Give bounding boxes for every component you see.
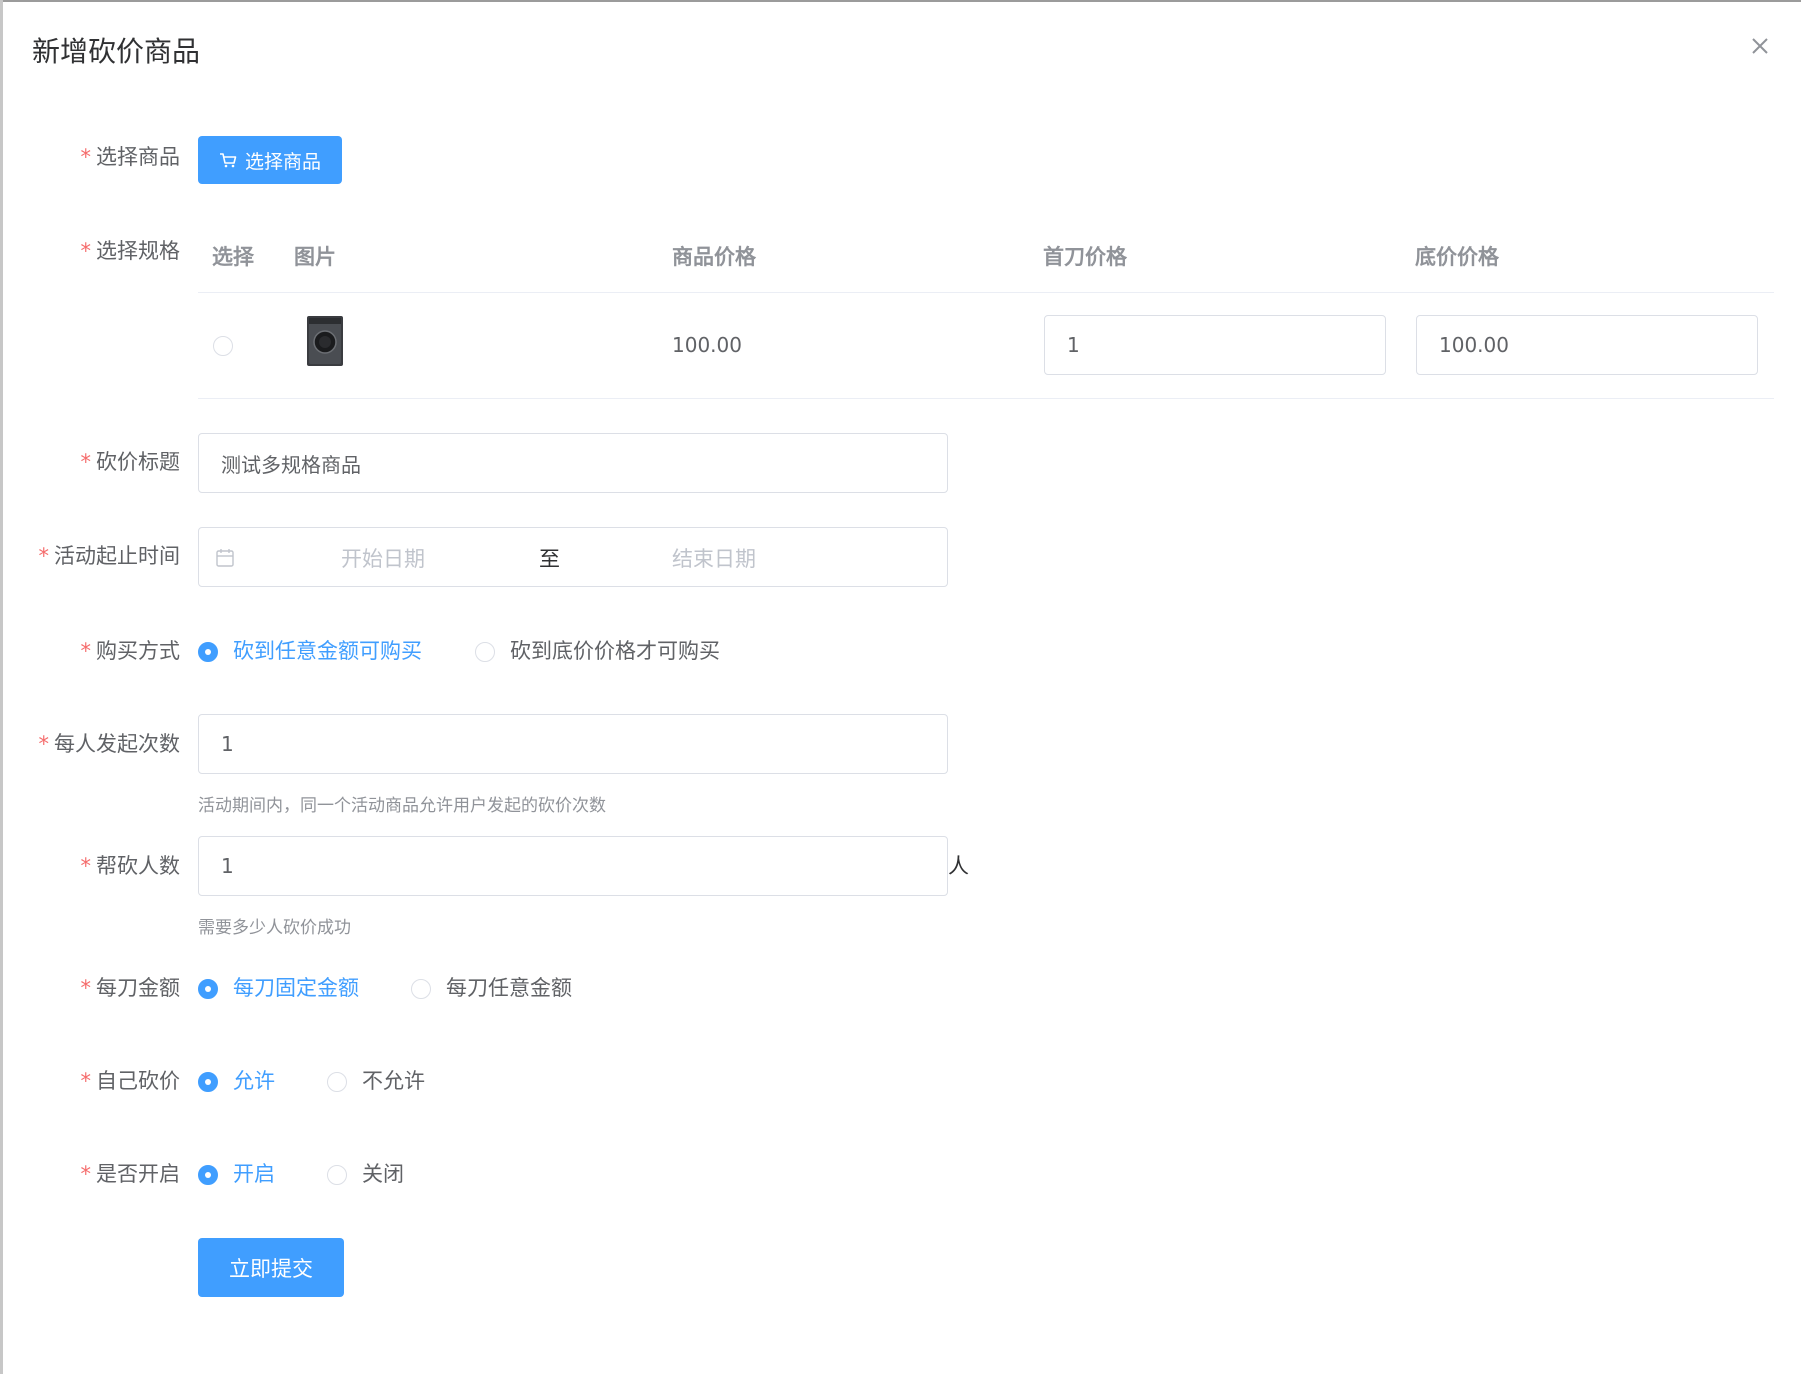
purchase-mode-any-amount-radio[interactable]: [198, 642, 218, 662]
spec-price: 100.00: [672, 333, 742, 357]
column-header-floor-price: 底价价格: [1415, 245, 1499, 269]
close-icon: [1752, 38, 1768, 54]
column-header-first-cut-price: 首刀价格: [1043, 245, 1127, 269]
table-header-divider: [198, 292, 1774, 293]
enabled-off-radio[interactable]: [327, 1165, 347, 1185]
floor-price-input[interactable]: 100.00: [1416, 315, 1758, 375]
submit-button[interactable]: 立即提交: [198, 1238, 344, 1297]
cut-amount-random-label[interactable]: 每刀任意金额: [446, 973, 572, 1003]
self-cut-allow-label[interactable]: 允许: [233, 1066, 275, 1096]
cut-amount-fixed-label[interactable]: 每刀固定金额: [233, 973, 359, 1003]
helper-count-input[interactable]: 1: [198, 836, 948, 896]
date-range-separator: 至: [539, 547, 560, 571]
calendar-icon: [216, 549, 234, 567]
launch-times-hint: 活动期间内，同一个活动商品允许用户发起的砍价次数: [198, 796, 606, 816]
purchase-mode-label: * 购买方式: [80, 639, 181, 663]
close-button[interactable]: [1744, 30, 1776, 62]
dialog-title: 新增砍价商品: [32, 35, 201, 68]
cut-amount-fixed-radio[interactable]: [198, 979, 218, 999]
purchase-mode-floor-price-radio[interactable]: [475, 642, 495, 662]
select-product-button-label: 选择商品: [244, 150, 321, 173]
bargain-title-input[interactable]: 测试多规格商品: [198, 433, 948, 493]
table-row-divider: [198, 398, 1774, 399]
self-cut-deny-label[interactable]: 不允许: [362, 1066, 425, 1096]
launch-times-label: * 每人发起次数: [38, 732, 181, 756]
enabled-on-label[interactable]: 开启: [233, 1159, 275, 1189]
select-product-button[interactable]: 选择商品: [198, 136, 342, 184]
select-product-label: * 选择商品: [80, 145, 181, 169]
enabled-off-label[interactable]: 关闭: [362, 1159, 404, 1189]
cut-amount-label: * 每刀金额: [80, 976, 181, 1000]
enabled-label: * 是否开启: [80, 1162, 181, 1186]
end-date-placeholder[interactable]: 结束日期: [672, 543, 756, 573]
cut-amount-random-radio[interactable]: [411, 979, 431, 999]
helper-count-suffix: 人: [948, 854, 969, 878]
launch-times-input[interactable]: 1: [198, 714, 948, 774]
purchase-mode-floor-price-label[interactable]: 砍到底价价格才可购买: [510, 636, 720, 666]
self-cut-deny-radio[interactable]: [327, 1072, 347, 1092]
purchase-mode-any-amount-label[interactable]: 砍到任意金额可购买: [233, 636, 422, 666]
column-header-price: 商品价格: [672, 245, 756, 269]
helper-count-label: * 帮砍人数: [80, 854, 181, 878]
window-top-edge: [0, 0, 1801, 2]
product-thumbnail: [307, 316, 343, 366]
enabled-on-radio[interactable]: [198, 1165, 218, 1185]
bargain-title-label: * 砍价标题: [80, 450, 181, 474]
select-spec-label: * 选择规格: [80, 239, 181, 263]
first-cut-price-input[interactable]: 1: [1044, 315, 1386, 375]
spec-select-radio[interactable]: [213, 336, 233, 356]
column-header-select: 选择: [212, 245, 254, 269]
activity-time-label: * 活动起止时间: [38, 544, 181, 568]
start-date-placeholder[interactable]: 开始日期: [341, 543, 425, 573]
helper-count-hint: 需要多少人砍价成功: [198, 918, 351, 938]
self-cut-label: * 自己砍价: [80, 1069, 181, 1093]
self-cut-allow-radio[interactable]: [198, 1072, 218, 1092]
column-header-image: 图片: [294, 245, 336, 269]
window-left-edge: [0, 0, 3, 1374]
cart-icon: [219, 153, 237, 168]
date-range-picker[interactable]: 开始日期 至 结束日期: [198, 527, 948, 587]
